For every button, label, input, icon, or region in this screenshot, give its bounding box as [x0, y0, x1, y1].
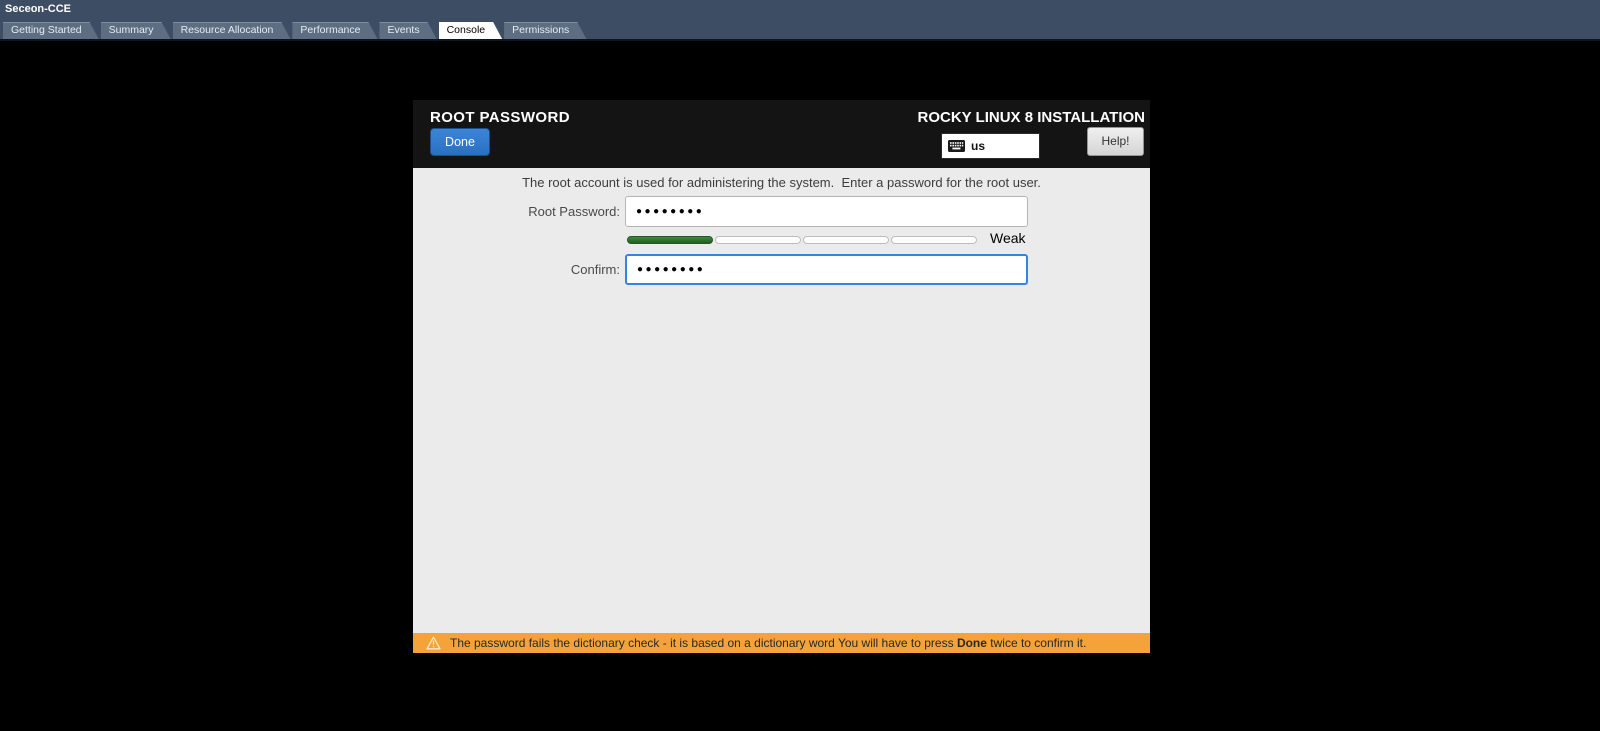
tab-permissions[interactable]: Permissions: [504, 22, 586, 39]
root-password-form: The root account is used for administeri…: [413, 168, 1150, 633]
tab-resource-allocation[interactable]: Resource Allocation: [173, 22, 291, 39]
warning-triangle-icon: [426, 636, 441, 650]
confirm-password-input[interactable]: ●●●●●●●●: [625, 254, 1028, 285]
vm-tab-bar: Getting Started Summary Resource Allocat…: [3, 22, 588, 39]
root-password-masked-value: ●●●●●●●●: [636, 206, 705, 217]
tab-performance[interactable]: Performance: [292, 22, 377, 39]
keyboard-layout-indicator[interactable]: us: [941, 133, 1040, 159]
info-text: The root account is used for administeri…: [522, 175, 1041, 190]
tab-getting-started[interactable]: Getting Started: [3, 22, 99, 39]
password-strength-label: Weak: [990, 230, 1026, 246]
strength-segment-filled: [627, 236, 713, 244]
keyboard-layout-label: us: [971, 139, 986, 153]
tab-console[interactable]: Console: [439, 22, 503, 39]
vm-console-topbar: Seceon-CCE Getting Started Summary Resou…: [0, 0, 1600, 41]
warning-bar: The password fails the dictionary check …: [413, 633, 1150, 653]
tab-events[interactable]: Events: [379, 22, 436, 39]
warning-message: The password fails the dictionary check …: [450, 636, 1087, 650]
help-button[interactable]: Help!: [1087, 127, 1144, 156]
keyboard-icon: [948, 140, 965, 152]
installer-header: ROOT PASSWORD ROCKY LINUX 8 INSTALLATION…: [413, 100, 1150, 168]
confirm-password-masked-value: ●●●●●●●●: [637, 264, 706, 275]
page-title: ROOT PASSWORD: [430, 109, 570, 126]
vm-title: Seceon-CCE: [5, 3, 72, 15]
distro-title: ROCKY LINUX 8 INSTALLATION: [917, 109, 1145, 126]
password-strength-bar: [627, 236, 977, 244]
installer-window: ROOT PASSWORD ROCKY LINUX 8 INSTALLATION…: [413, 100, 1150, 653]
root-password-label: Root Password:: [528, 204, 620, 219]
strength-segment: [891, 236, 977, 244]
strength-segment: [715, 236, 801, 244]
done-button[interactable]: Done: [430, 128, 490, 156]
strength-segment: [803, 236, 889, 244]
root-password-input[interactable]: ●●●●●●●●: [625, 196, 1028, 227]
confirm-password-label: Confirm:: [570, 262, 620, 277]
tab-summary[interactable]: Summary: [101, 22, 171, 39]
